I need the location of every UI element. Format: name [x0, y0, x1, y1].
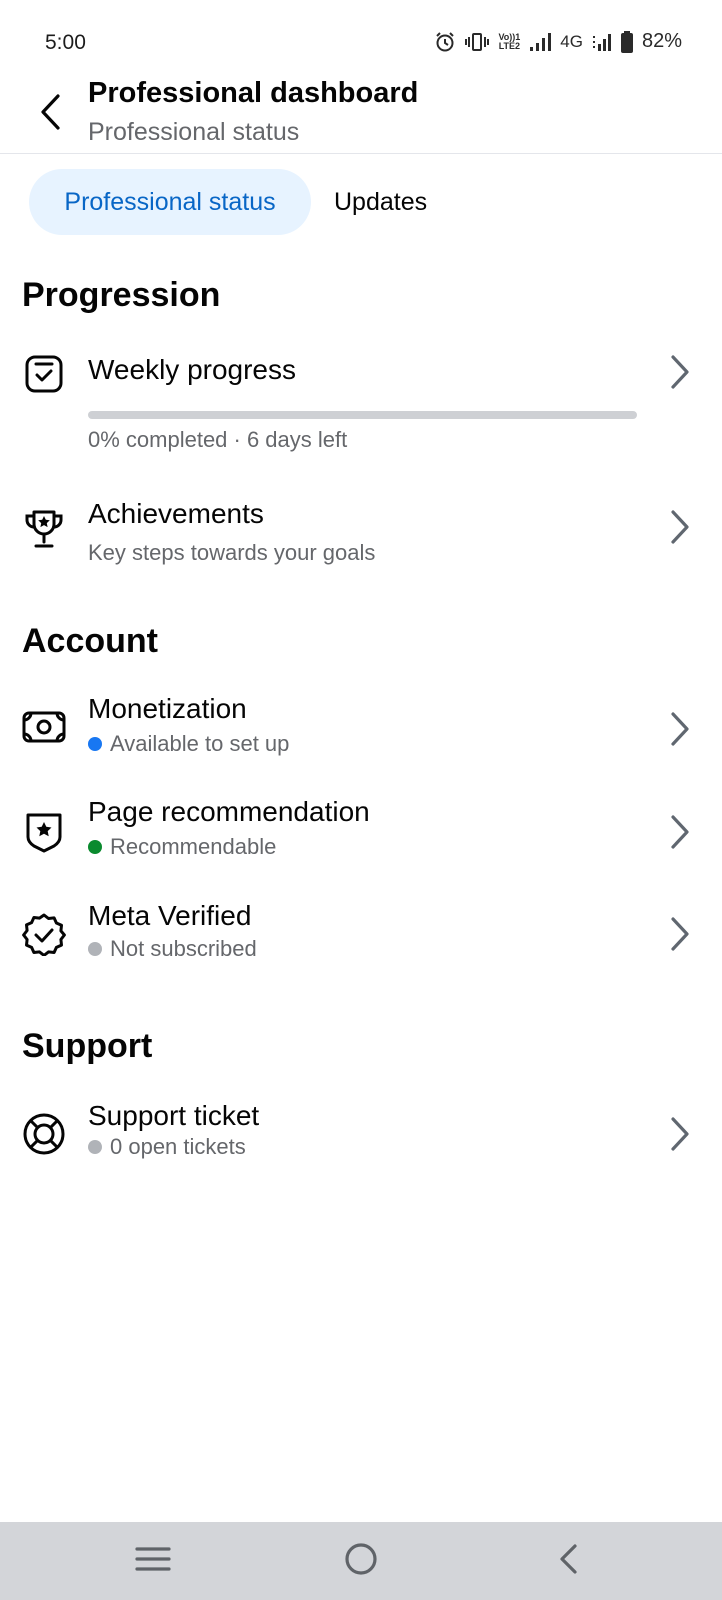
monetization-status: Available to set up	[88, 731, 289, 757]
achievements-row[interactable]: Achievements Key steps towards your goal…	[0, 495, 722, 585]
page-recommendation-status: Recommendable	[88, 834, 276, 860]
alarm-icon	[434, 31, 456, 53]
support-ticket-title: Support ticket	[88, 1100, 260, 1131]
recent-apps-button[interactable]	[130, 1538, 176, 1584]
back-button[interactable]	[30, 92, 70, 136]
verified-badge-icon	[20, 910, 68, 958]
meta-verified-row[interactable]: Meta Verified Not subscribed	[0, 900, 722, 990]
battery-icon	[620, 30, 633, 53]
tab-updates[interactable]: Updates	[322, 169, 439, 235]
status-dot	[88, 942, 102, 956]
support-ticket-status: 0 open tickets	[88, 1134, 246, 1160]
weekly-progress-status: 0% completed · 6 days left	[88, 427, 348, 452]
chevron-right-icon	[665, 914, 695, 954]
chevron-left-icon	[39, 93, 61, 135]
tab-professional-status[interactable]: Professional status	[29, 169, 311, 235]
clipboard-check-icon	[20, 350, 68, 398]
home-button[interactable]	[338, 1538, 384, 1584]
status-dot	[88, 840, 102, 854]
page-subtitle: Professional status	[88, 118, 300, 146]
network-type: 4G	[560, 31, 583, 51]
system-nav-bar	[0, 1522, 722, 1600]
signal-icon	[592, 32, 612, 52]
volte-icon: Vo))1 LTE2	[498, 31, 521, 51]
signal-icon	[529, 32, 552, 52]
monetization-row[interactable]: Monetization Available to set up	[0, 693, 722, 783]
status-bar: 5:00 Vo))1 LTE2 4G 82%	[0, 0, 722, 80]
page-title: Professional dashboard	[88, 77, 419, 109]
system-back-button[interactable]	[545, 1538, 591, 1584]
chevron-right-icon	[665, 507, 695, 547]
section-title-support: Support	[22, 1027, 153, 1065]
status-icons: Vo))1 LTE2 4G 82%	[434, 30, 682, 53]
battery-percent: 82%	[641, 30, 682, 52]
support-ticket-row[interactable]: Support ticket 0 open tickets	[0, 1100, 722, 1190]
monetization-title: Monetization	[88, 693, 247, 724]
lifebuoy-icon	[20, 1110, 68, 1158]
status-dot	[88, 1140, 102, 1154]
weekly-progress-row[interactable]: Weekly progress 0% completed · 6 days le…	[0, 340, 722, 470]
weekly-progress-title: Weekly progress	[88, 354, 297, 385]
page-recommendation-row[interactable]: Page recommendation Recommendable	[0, 796, 722, 886]
money-icon	[20, 703, 68, 751]
vibrate-icon	[465, 32, 490, 52]
menu-icon	[135, 1545, 171, 1578]
chevron-right-icon	[665, 1114, 695, 1154]
meta-verified-status: Not subscribed	[88, 936, 257, 962]
app-header: Professional dashboard Professional stat…	[0, 72, 722, 154]
weekly-progress-bar	[88, 411, 637, 419]
meta-verified-title: Meta Verified	[88, 900, 252, 931]
chevron-right-icon	[665, 352, 695, 392]
section-title-progression: Progression	[22, 276, 221, 314]
home-circle-icon	[344, 1542, 378, 1581]
status-time: 5:00	[45, 31, 86, 54]
chevron-right-icon	[665, 709, 695, 749]
section-title-account: Account	[22, 622, 158, 660]
achievements-subtitle: Key steps towards your goals	[88, 540, 376, 565]
chevron-right-icon	[665, 812, 695, 852]
trophy-icon	[20, 505, 68, 553]
back-triangle-icon	[557, 1543, 579, 1580]
shield-star-icon	[20, 808, 68, 856]
page-recommendation-title: Page recommendation	[88, 796, 370, 827]
achievements-title: Achievements	[88, 498, 264, 529]
status-dot	[88, 737, 102, 751]
